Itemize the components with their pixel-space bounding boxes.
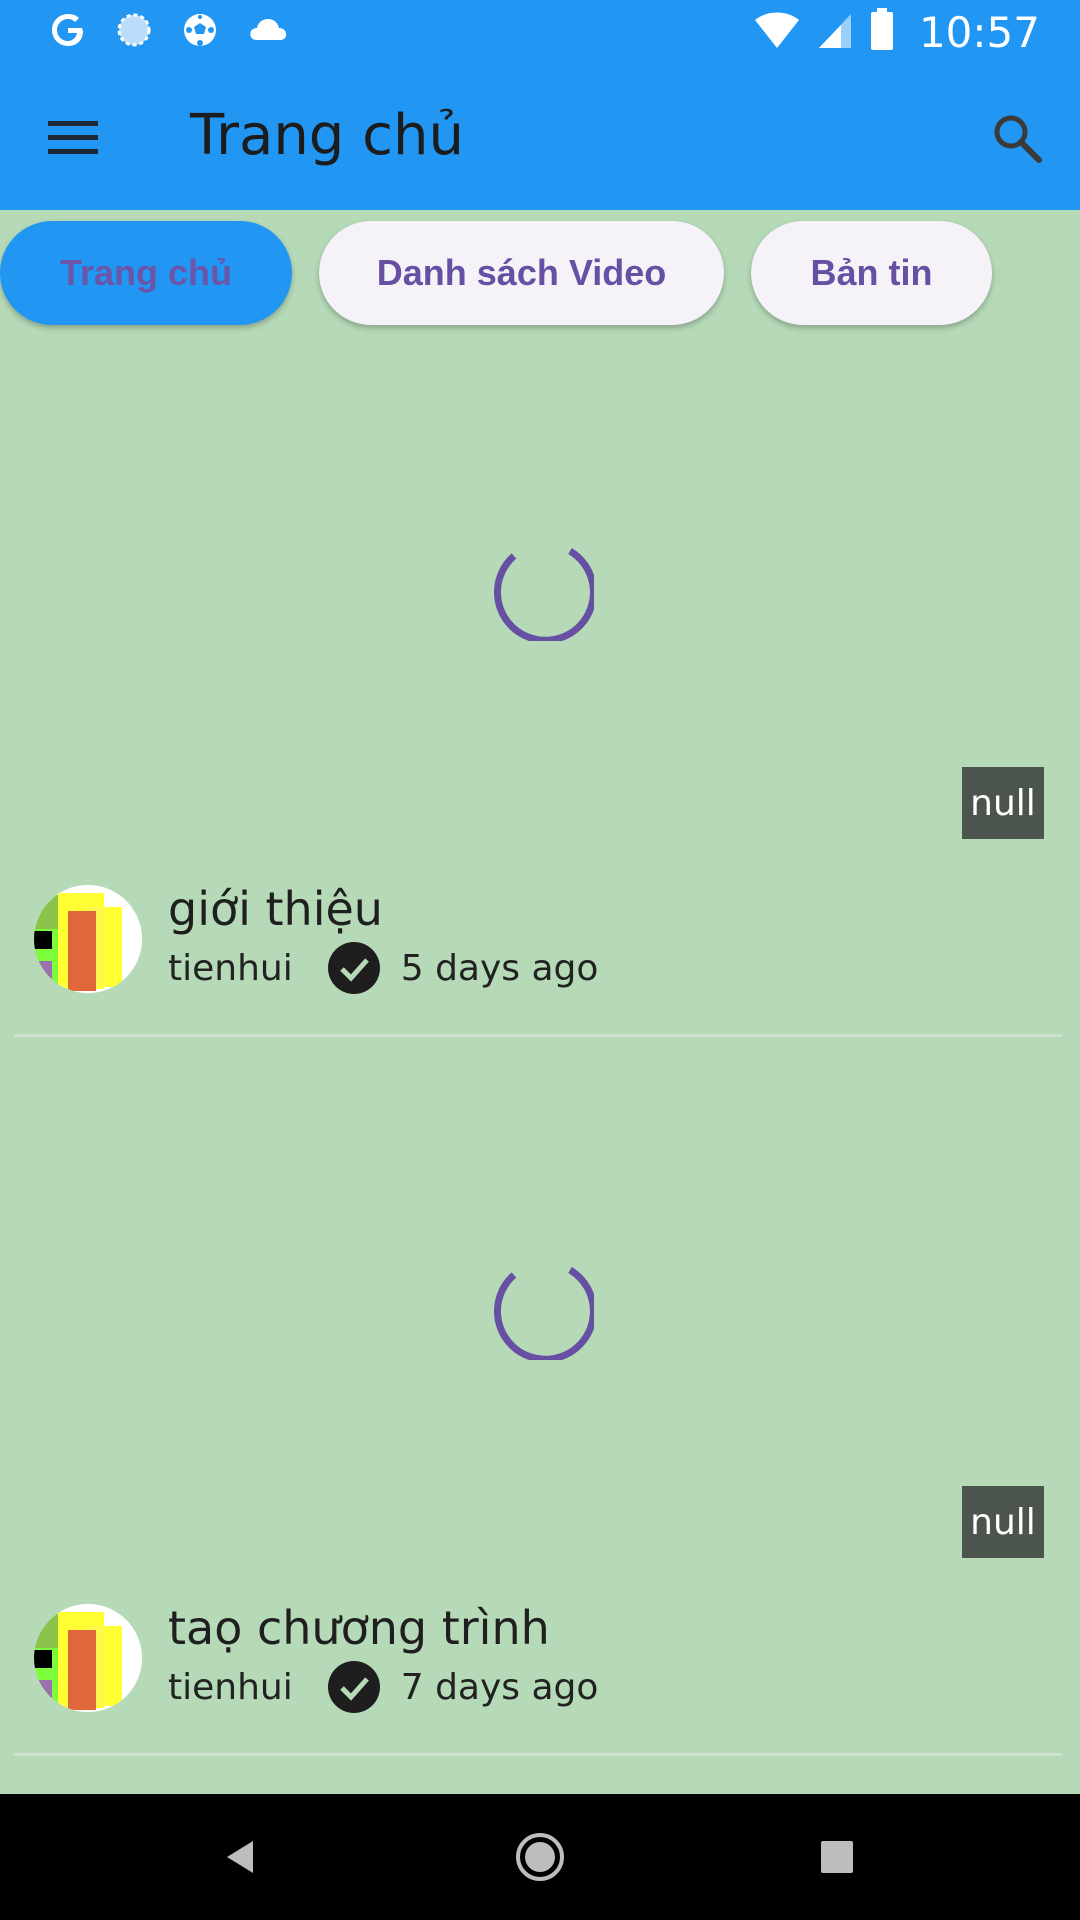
check-circle-icon [327, 942, 380, 994]
google-icon [48, 10, 88, 55]
check-circle-icon [327, 1661, 380, 1713]
page-title: Trang chủ [190, 103, 464, 168]
divider [14, 1753, 1062, 1756]
back-button[interactable] [208, 1824, 274, 1890]
video-title: taọ chương trình [168, 1601, 550, 1655]
system-nav-bar [0, 1794, 1080, 1920]
channel-avatar[interactable] [34, 1604, 142, 1712]
chip-danh-sach-video[interactable]: Danh sách Video [319, 221, 724, 325]
channel-name: tienhui [168, 947, 293, 989]
status-time: 10:57 [918, 8, 1040, 57]
video-title: giới thiệu [168, 882, 383, 936]
search-button[interactable] [982, 103, 1052, 173]
video-thumbnail[interactable] [0, 1054, 1080, 1554]
loading-spinner-icon [493, 547, 594, 641]
cloud-icon [246, 10, 290, 55]
duration-badge: null [962, 767, 1044, 839]
video-meta: tienhui 5 days ago [168, 941, 598, 995]
chip-trang-chu[interactable]: Trang chủ [0, 221, 292, 325]
video-thumbnail[interactable] [0, 335, 1080, 835]
upload-time: 7 days ago [400, 1666, 599, 1708]
soccer-ball-icon [180, 10, 220, 55]
video-card[interactable]: null taọ chương trình tienhui 7 days ago [0, 1054, 1080, 1773]
chip-ban-tin[interactable]: Bản tin [751, 221, 992, 325]
video-meta: tienhui 7 days ago [168, 1660, 598, 1714]
recents-button[interactable] [804, 1824, 870, 1890]
status-bar: 10:57 [0, 0, 1080, 63]
divider [14, 1034, 1062, 1037]
menu-icon [48, 121, 98, 154]
channel-avatar[interactable] [34, 885, 142, 993]
menu-button[interactable] [40, 107, 106, 167]
loading-spinner-icon [493, 1266, 594, 1360]
cell-signal-icon [815, 10, 855, 55]
upload-time: 5 days ago [400, 947, 599, 989]
home-button[interactable] [507, 1824, 573, 1890]
home-icon [516, 1833, 564, 1881]
duration-badge: null [962, 1486, 1044, 1558]
search-icon [994, 115, 1042, 163]
video-card[interactable]: null giới thiệu tienhui 5 days ago [0, 335, 1080, 1054]
wifi-icon [753, 10, 801, 55]
battery-icon [869, 8, 895, 57]
back-icon [227, 1841, 253, 1873]
recents-icon [821, 1841, 853, 1873]
app-bar: Trang chủ [0, 63, 1080, 210]
sync-icon [114, 10, 154, 55]
channel-name: tienhui [168, 1666, 293, 1708]
category-chips: Trang chủ Danh sách Video Bản tin [0, 221, 1080, 325]
